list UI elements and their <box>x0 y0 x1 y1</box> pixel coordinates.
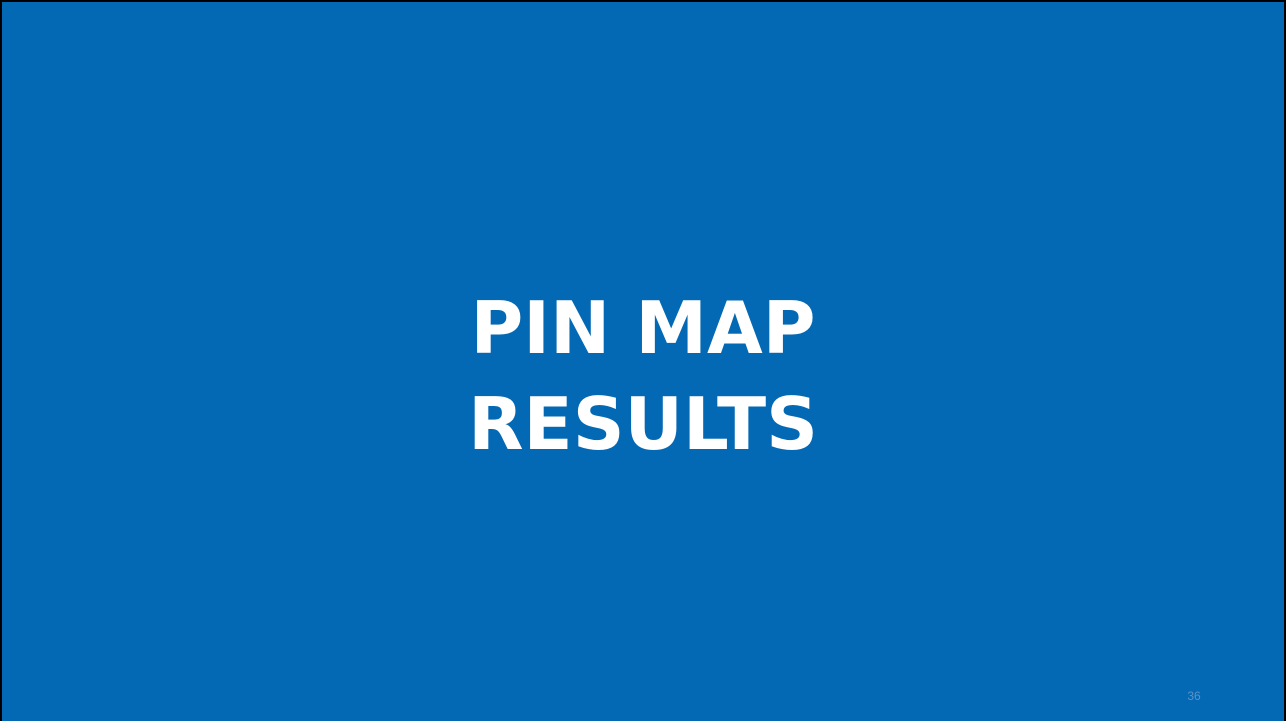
slide-title: PIN MAP RESULTS <box>2 280 1284 472</box>
title-line-2: RESULTS <box>468 382 818 466</box>
slide: PIN MAP RESULTS 36 <box>0 0 1286 721</box>
slide-number: 36 <box>1187 689 1201 703</box>
title-line-1: PIN MAP <box>470 286 816 370</box>
